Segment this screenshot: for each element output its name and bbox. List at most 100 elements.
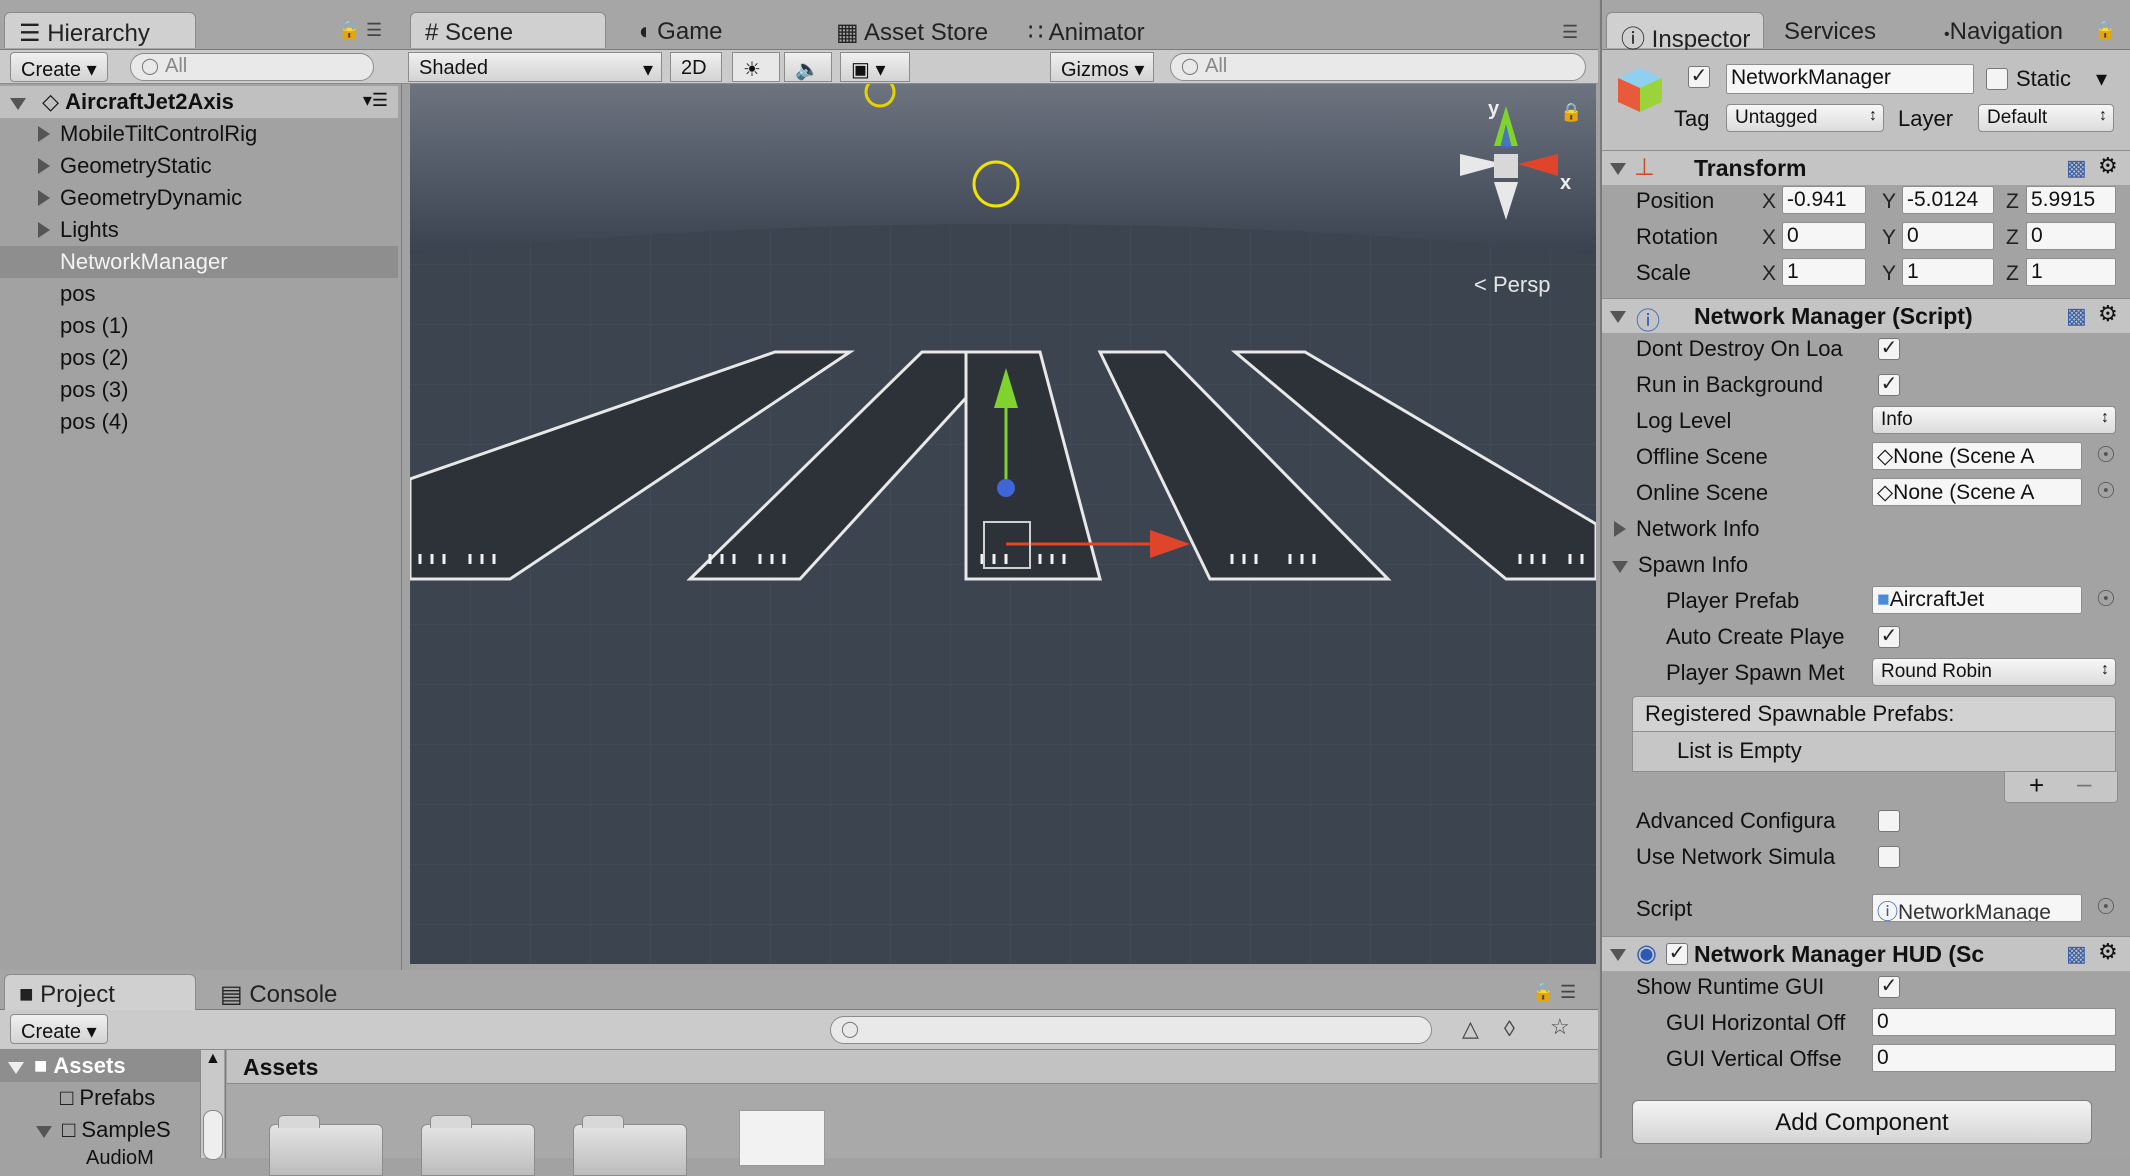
- spawn-method-dropdown[interactable]: Round Robin: [1872, 658, 2116, 686]
- project-tree-item[interactable]: ■ Assets: [0, 1050, 200, 1082]
- asset-folder-icon[interactable]: [269, 1115, 383, 1176]
- hierarchy-item[interactable]: pos (4): [0, 406, 398, 438]
- add-component-button[interactable]: Add Component: [1632, 1100, 2092, 1144]
- remove-item-button[interactable]: –: [2077, 768, 2091, 799]
- expand-icon[interactable]: [38, 190, 50, 206]
- gizmos-dropdown[interactable]: Gizmos ▾: [1050, 52, 1154, 82]
- layer-dropdown[interactable]: Default: [1978, 104, 2114, 132]
- object-name-field[interactable]: NetworkManager: [1726, 64, 1974, 94]
- expand-icon[interactable]: [8, 1062, 24, 1074]
- hierarchy-item-selected[interactable]: NetworkManager: [0, 246, 398, 278]
- run-background-checkbox[interactable]: ✓: [1878, 374, 1900, 396]
- rotation-y-field[interactable]: 0: [1902, 222, 1994, 250]
- player-prefab-field[interactable]: ■AircraftJet: [1872, 586, 2082, 614]
- tab-project[interactable]: ■ Project: [4, 974, 196, 1010]
- rotation-z-field[interactable]: 0: [2026, 222, 2116, 250]
- collapse-icon[interactable]: [1612, 561, 1628, 573]
- project-tree-item[interactable]: □ Prefabs: [0, 1082, 200, 1114]
- project-tree-item[interactable]: □ SampleS: [0, 1114, 200, 1146]
- tab-scene[interactable]: # Scene: [410, 12, 606, 48]
- gear-icon[interactable]: ⚙: [2098, 939, 2118, 965]
- lighting-toggle[interactable]: ☀: [732, 52, 780, 82]
- project-create-button[interactable]: Create ▾: [10, 1014, 108, 1044]
- position-y-field[interactable]: -5.0124: [1902, 186, 1994, 214]
- filter-type-icon[interactable]: △: [1462, 1016, 1479, 1042]
- network-manager-header[interactable]: ⓘ Network Manager (Script) ▩ ⚙: [1602, 298, 2130, 335]
- dont-destroy-checkbox[interactable]: ✓: [1878, 338, 1900, 360]
- expand-icon[interactable]: [1614, 521, 1626, 537]
- shading-mode-dropdown[interactable]: Shaded ▾: [408, 52, 662, 82]
- object-picker-icon[interactable]: ☉: [2096, 894, 2116, 920]
- scene-viewport[interactable]: y x 🔒 < Persp: [410, 84, 1596, 964]
- toggle-2d-button[interactable]: 2D: [670, 52, 722, 82]
- project-search-input[interactable]: [830, 1016, 1432, 1044]
- expand-icon[interactable]: [10, 98, 26, 110]
- auto-create-checkbox[interactable]: ✓: [1878, 626, 1900, 648]
- help-icon[interactable]: ▩: [2066, 941, 2087, 967]
- hierarchy-search-input[interactable]: All: [130, 53, 374, 81]
- hierarchy-scene-root[interactable]: ◇ AircraftJet2Axis ▾☰: [0, 86, 398, 118]
- gear-icon[interactable]: ⚙: [2098, 153, 2118, 179]
- hierarchy-item[interactable]: pos (3): [0, 374, 398, 406]
- lock-icon[interactable]: 🔒: [1532, 982, 1554, 1003]
- tab-asset-store[interactable]: ▦ Asset Store: [822, 12, 1002, 48]
- panel-menu-icon[interactable]: ☰: [1562, 22, 1578, 43]
- hierarchy-item[interactable]: GeometryStatic: [0, 150, 398, 182]
- spawn-info-foldout[interactable]: Spawn Info: [1612, 552, 1748, 578]
- scene-lock-icon[interactable]: 🔒: [1560, 102, 1582, 123]
- static-dropdown-icon[interactable]: ▾: [2096, 66, 2107, 92]
- hierarchy-create-button[interactable]: Create ▾: [10, 52, 108, 82]
- gui-h-offset-field[interactable]: 0: [1872, 1008, 2116, 1036]
- object-picker-icon[interactable]: ☉: [2096, 586, 2116, 612]
- favorite-star-icon[interactable]: ☆: [1550, 1014, 1570, 1040]
- object-picker-icon[interactable]: ☉: [2096, 478, 2116, 504]
- expand-icon[interactable]: [36, 1126, 52, 1138]
- network-info-foldout[interactable]: Network Info: [1614, 516, 1760, 542]
- tab-animator[interactable]: ∷ Animator: [1014, 12, 1159, 48]
- project-tree-item[interactable]: AudioM: [0, 1144, 200, 1176]
- log-level-dropdown[interactable]: Info: [1872, 406, 2116, 434]
- static-checkbox[interactable]: [1986, 68, 2008, 90]
- audio-toggle[interactable]: 🔈: [784, 52, 832, 82]
- hierarchy-item[interactable]: GeometryDynamic: [0, 182, 398, 214]
- filter-label-icon[interactable]: ◊: [1504, 1016, 1515, 1042]
- online-scene-field[interactable]: ◇None (Scene A: [1872, 478, 2082, 506]
- tab-hierarchy[interactable]: ☰ Hierarchy: [4, 12, 196, 48]
- position-x-field[interactable]: -0.941: [1782, 186, 1866, 214]
- tab-services[interactable]: Services: [1770, 12, 1890, 48]
- collapse-icon[interactable]: [1610, 949, 1626, 961]
- scene-search-input[interactable]: All: [1170, 53, 1586, 81]
- tab-game[interactable]: ◖ Game: [622, 12, 737, 48]
- panel-menu-icon[interactable]: ☰: [1560, 982, 1576, 1003]
- rotation-x-field[interactable]: 0: [1782, 222, 1866, 250]
- hierarchy-item[interactable]: pos (2): [0, 342, 398, 374]
- effects-dropdown[interactable]: ▣ ▾: [840, 52, 910, 82]
- expand-icon[interactable]: [38, 158, 50, 174]
- asset-folder-icon[interactable]: [421, 1115, 535, 1176]
- active-checkbox[interactable]: ✓: [1688, 66, 1710, 88]
- panel-menu-icon[interactable]: ☰: [366, 20, 382, 41]
- network-simulator-checkbox[interactable]: [1878, 846, 1900, 868]
- collapse-icon[interactable]: [1610, 163, 1626, 175]
- object-picker-icon[interactable]: ☉: [2096, 442, 2116, 468]
- gear-icon[interactable]: ⚙: [2098, 301, 2118, 327]
- expand-icon[interactable]: [38, 126, 50, 142]
- scale-z-field[interactable]: 1: [2026, 258, 2116, 286]
- script-field[interactable]: ⓘNetworkManage: [1872, 894, 2082, 922]
- project-tree-scrollbar[interactable]: ▲: [200, 1050, 224, 1160]
- help-icon[interactable]: ▩: [2066, 155, 2087, 181]
- hierarchy-item[interactable]: MobileTiltControlRig: [0, 118, 398, 150]
- scroll-thumb[interactable]: [203, 1110, 223, 1160]
- offline-scene-field[interactable]: ◇None (Scene A: [1872, 442, 2082, 470]
- tab-console[interactable]: ▤ Console: [206, 974, 351, 1010]
- gui-v-offset-field[interactable]: 0: [1872, 1044, 2116, 1072]
- tab-navigation[interactable]: •Navigation: [1930, 12, 2077, 48]
- tag-dropdown[interactable]: Untagged: [1726, 104, 1884, 132]
- transform-header[interactable]: ⊥ Transform ▩ ⚙: [1602, 150, 2130, 185]
- show-gui-checkbox[interactable]: ✓: [1878, 976, 1900, 998]
- hierarchy-item[interactable]: Lights: [0, 214, 398, 246]
- add-item-button[interactable]: +: [2029, 770, 2044, 801]
- collapse-icon[interactable]: [1610, 311, 1626, 323]
- network-hud-header[interactable]: ◉ ✓ Network Manager HUD (Sc ▩ ⚙: [1602, 936, 2130, 971]
- tab-inspector[interactable]: ⓘ Inspector: [1606, 12, 1764, 53]
